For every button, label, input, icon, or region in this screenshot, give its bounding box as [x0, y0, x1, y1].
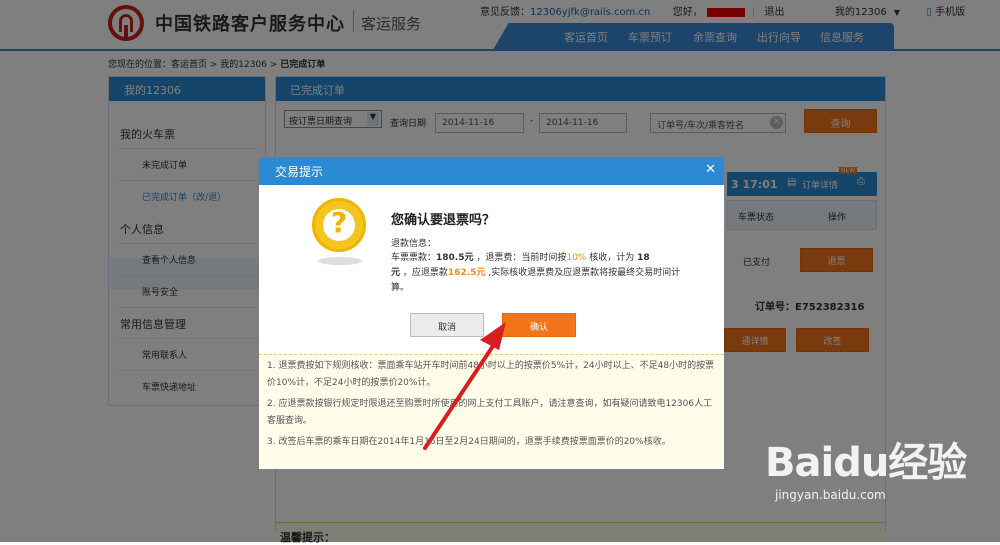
refund-notice: 1. 退票费按如下规则核收：票面乘车站开车时间前48小时以上的按票价5%计，24…: [259, 354, 724, 469]
notice-1: 1. 退票费按如下规则核收：票面乘车站开车时间前48小时以上的按票价5%计，24…: [267, 361, 715, 388]
fee-unit: 元: [391, 268, 401, 278]
refund-details: 车票票款：180.5元 ，退票费：当前时间按10% 核收，计为 18 元 ，应退…: [391, 251, 681, 296]
fee-rate: 10%: [566, 253, 587, 263]
fee-value: 18: [637, 253, 650, 263]
refund-label: ，应退票款: [400, 268, 448, 278]
notice-2: 2. 应退票款按银行规定时限退还至购票时所使用的网上支付工具账户，请注意查询，如…: [267, 399, 713, 426]
refund-info-label: 退款信息：: [391, 239, 437, 249]
cancel-button[interactable]: 取消: [410, 313, 484, 337]
fee-label: ，退票费：当前时间按: [473, 253, 567, 263]
dialog-title: 交易提示: [259, 157, 724, 185]
question-icon-shadow: [318, 257, 362, 265]
question-icon: ?: [312, 198, 366, 252]
close-icon[interactable]: ✕: [705, 162, 716, 177]
fee-text: 核收，计为: [586, 253, 638, 263]
confirm-question: 您确认要退票吗？: [391, 213, 496, 228]
fare-value: 180.5元: [436, 253, 474, 263]
fare-label: 车票票款：: [391, 253, 437, 263]
watermark: Baidu经验 jingyan.baidu.com: [765, 430, 967, 502]
notice-3: 3. 改签后车票的乘车日期在2014年1月16日至2月24日期间的，退票手续费按…: [267, 437, 671, 447]
watermark-text: Baidu经验: [765, 440, 967, 486]
watermark-url: jingyan.baidu.com: [775, 488, 886, 502]
refund-amount: 162.5元: [447, 268, 486, 278]
confirm-button[interactable]: 确认: [502, 313, 576, 337]
